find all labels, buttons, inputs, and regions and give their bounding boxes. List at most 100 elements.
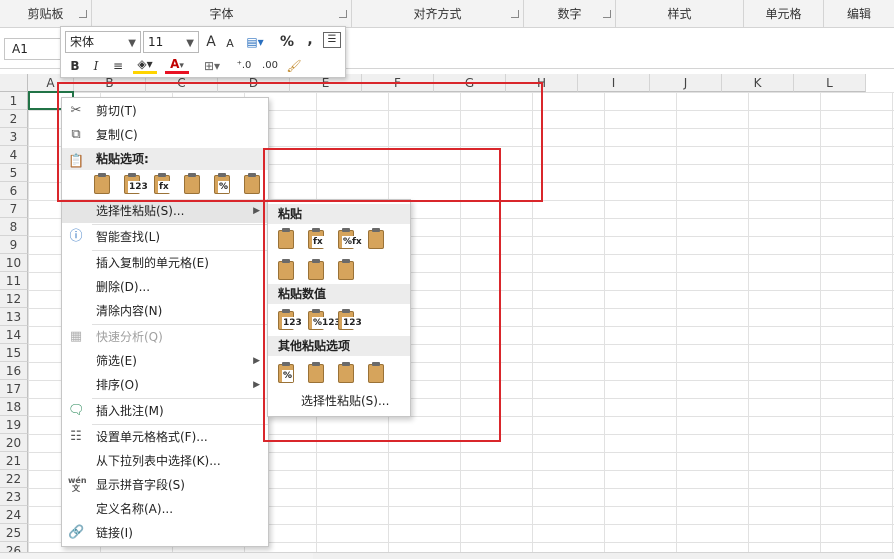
dialog-launcher-icon[interactable] [339, 10, 347, 18]
clipboard-icon [368, 364, 384, 383]
accounting-format-icon[interactable]: ▤▾ [243, 32, 267, 52]
percent-button[interactable]: % [277, 32, 297, 52]
italic-button[interactable]: I [89, 56, 103, 76]
other-paste-button[interactable] [306, 361, 328, 385]
borders-icon[interactable]: ⊞▾ [199, 56, 225, 76]
submenu-item-paste-special[interactable]: 选择性粘贴(S)... [268, 390, 410, 412]
other-paste-button[interactable]: % [276, 361, 298, 385]
menu-item-pick-list[interactable]: 从下拉列表中选择(K)... [62, 449, 268, 473]
paste-icon: 📋 [68, 154, 85, 169]
row-header[interactable]: 20 [0, 434, 28, 452]
menu-item-format-cells[interactable]: ☷ 设置单元格格式(F)... [62, 425, 268, 449]
font-size-dropdown[interactable]: 11 ▼ [143, 31, 199, 53]
paste-option-button[interactable]: % [212, 172, 234, 196]
row-header[interactable]: 21 [0, 452, 28, 470]
paste-button[interactable]: %fx [336, 227, 363, 251]
column-header[interactable]: F [362, 74, 434, 92]
row-header[interactable]: 24 [0, 506, 28, 524]
column-header[interactable]: J [650, 74, 722, 92]
row-header[interactable]: 12 [0, 290, 28, 308]
menu-item-link[interactable]: 🔗 链接(I) [62, 521, 268, 545]
row-header[interactable]: 8 [0, 218, 28, 236]
row-header[interactable]: 13 [0, 308, 28, 326]
column-header[interactable]: H [506, 74, 578, 92]
menu-item-cut[interactable]: ✂ 剪切(T) [62, 99, 268, 123]
format-painter-table-icon[interactable]: ☰ [323, 32, 341, 48]
align-center-icon[interactable]: ≡ [109, 56, 127, 76]
font-name-value: 宋体 [70, 35, 95, 49]
dialog-launcher-icon[interactable] [79, 10, 87, 18]
row-header[interactable]: 6 [0, 182, 28, 200]
decrease-decimal-button[interactable]: .00 [259, 56, 281, 76]
paste-button[interactable]: fx [306, 227, 328, 251]
other-paste-button[interactable] [366, 361, 388, 385]
column-header[interactable]: L [794, 74, 866, 92]
paste-values-button[interactable]: 123 [276, 308, 303, 332]
select-all-corner[interactable] [0, 74, 28, 92]
sheet-tab-bar[interactable] [0, 552, 313, 559]
column-header[interactable]: I [578, 74, 650, 92]
menu-item-copy[interactable]: ⧉ 复制(C) [62, 123, 268, 147]
row-header[interactable]: 22 [0, 470, 28, 488]
row-header[interactable]: 4 [0, 146, 28, 164]
row-header[interactable]: 17 [0, 380, 28, 398]
paste-button[interactable] [276, 258, 298, 282]
row-header[interactable]: 14 [0, 326, 28, 344]
column-header[interactable]: K [722, 74, 794, 92]
paste-option-button[interactable]: 123 [122, 172, 149, 196]
menu-item-filter[interactable]: 筛选(E) ▶ [62, 349, 268, 373]
comma-style-button[interactable]: , [303, 30, 317, 50]
paste-option-button[interactable] [92, 172, 114, 196]
clipboard-icon [94, 175, 110, 194]
paste-button[interactable] [306, 258, 328, 282]
other-paste-button[interactable] [336, 361, 358, 385]
grow-font-button[interactable]: A [203, 32, 219, 52]
row-header[interactable]: 18 [0, 398, 28, 416]
ribbon-group-label: 编辑 [846, 7, 871, 21]
menu-item-insert-comment[interactable]: 🗨 插入批注(M) [62, 399, 268, 423]
row-header[interactable]: 19 [0, 416, 28, 434]
format-painter-icon[interactable]: 🖌 [285, 56, 303, 76]
paste-option-button[interactable] [182, 172, 204, 196]
row-header[interactable]: 2 [0, 110, 28, 128]
menu-item-paste-special[interactable]: 选择性粘贴(S)... ▶ [62, 199, 268, 223]
horizontal-scrollbar[interactable] [313, 552, 894, 559]
font-color-button[interactable]: A▾ [165, 56, 189, 74]
paste-button[interactable] [336, 258, 358, 282]
menu-item-define-name[interactable]: 定义名称(A)... [62, 497, 268, 521]
row-header[interactable]: 5 [0, 164, 28, 182]
row-header[interactable]: 9 [0, 236, 28, 254]
menu-item-label: 排序(O) [96, 378, 139, 392]
row-header[interactable]: 11 [0, 272, 28, 290]
font-name-dropdown[interactable]: 宋体 ▼ [65, 31, 141, 53]
menu-item-smart-lookup[interactable]: ⓘ 智能查找(L) [62, 225, 268, 249]
menu-item-delete[interactable]: 删除(D)... [62, 275, 268, 299]
row-header[interactable]: 25 [0, 524, 28, 542]
paste-values-button[interactable]: 123 [336, 308, 363, 332]
shrink-font-button[interactable]: A [223, 34, 237, 54]
dialog-launcher-icon[interactable] [511, 10, 519, 18]
row-header[interactable]: 23 [0, 488, 28, 506]
row-header[interactable]: 10 [0, 254, 28, 272]
fill-color-icon[interactable]: ◈▾ [133, 56, 157, 74]
paste-button[interactable] [366, 227, 388, 251]
paste-option-button[interactable]: fx [152, 172, 174, 196]
dialog-launcher-icon[interactable] [603, 10, 611, 18]
row-header[interactable]: 1 [0, 92, 28, 110]
paste-button[interactable] [276, 227, 298, 251]
paste-option-button[interactable] [242, 172, 264, 196]
column-header[interactable]: G [434, 74, 506, 92]
increase-decimal-button[interactable]: ⁺.0 [233, 56, 255, 76]
menu-item-clear[interactable]: 清除内容(N) [62, 299, 268, 323]
row-header[interactable]: 7 [0, 200, 28, 218]
clip-icon [312, 228, 320, 232]
bold-button[interactable]: B [67, 56, 83, 76]
menu-item-sort[interactable]: 排序(O) ▶ [62, 373, 268, 397]
row-header[interactable]: 15 [0, 344, 28, 362]
row-header[interactable]: 3 [0, 128, 28, 146]
row-header[interactable]: 16 [0, 362, 28, 380]
name-box[interactable]: A1 [4, 38, 62, 60]
paste-values-button[interactable]: %123 [306, 308, 342, 332]
menu-item-phonetic[interactable]: wén 文显示拼音字段(S) [62, 473, 268, 497]
menu-item-insert-copied[interactable]: 插入复制的单元格(E) [62, 251, 268, 275]
